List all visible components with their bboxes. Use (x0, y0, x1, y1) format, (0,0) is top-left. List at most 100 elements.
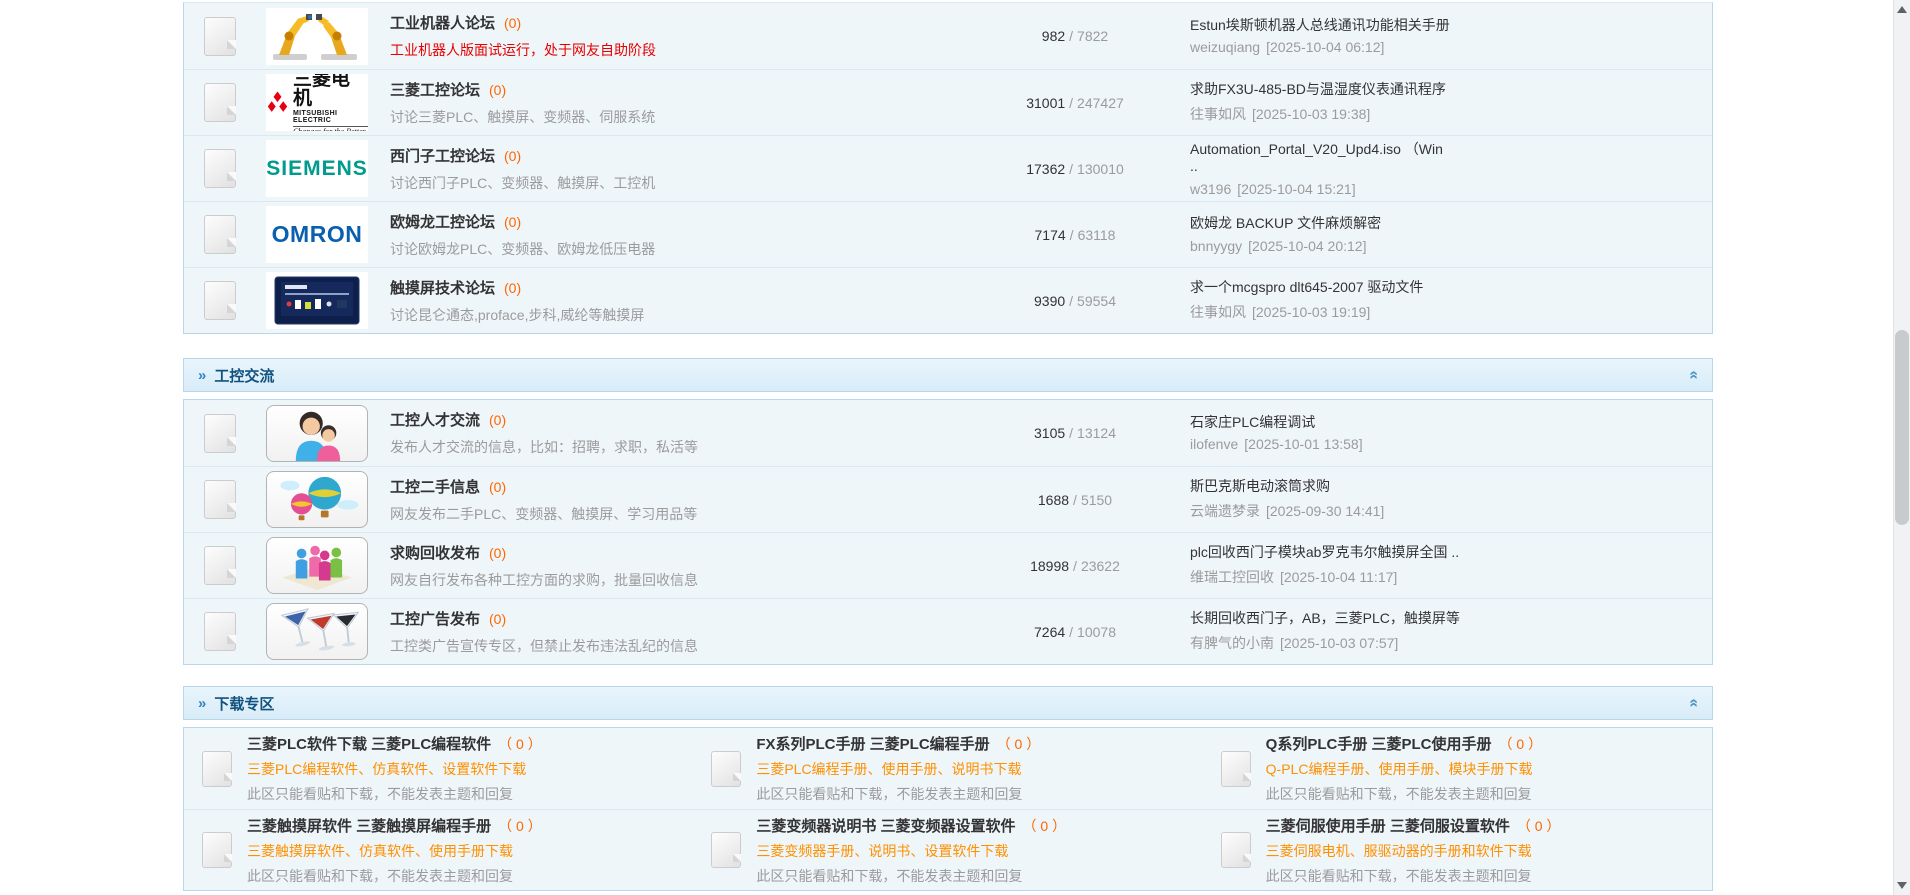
last-post-author-link[interactable]: ilofenve (1190, 436, 1238, 452)
forum-title-link[interactable]: 西门子工控论坛 (390, 148, 495, 165)
topic-count: 1688 (1038, 492, 1069, 508)
last-post-author-link[interactable]: 往事如风 (1190, 106, 1246, 122)
download-title-link[interactable]: 三菱PLC软件下载 三菱PLC编程软件 (247, 736, 491, 753)
forum-title-link[interactable]: 求购回收发布 (390, 545, 480, 562)
last-post-author-link[interactable]: bnnyygy (1190, 238, 1242, 254)
last-post-time: [2025-10-04 11:17] (1280, 569, 1397, 585)
download-subtitle-link[interactable]: 三菱变频器手册、说明书、设置软件下载 (756, 841, 1066, 861)
download-title-link[interactable]: FX系列PLC手册 三菱PLC编程手册 (756, 736, 989, 753)
forum-stats: 17362/130010 (960, 161, 1190, 177)
forum-row-mitsubishi: 三菱电机 MITSUBISHI ELECTRIC Changes for the… (184, 69, 1712, 135)
folder-icon (204, 281, 236, 320)
vertical-scrollbar[interactable] (1893, 0, 1910, 895)
forum-section-brands: 工业机器人论坛(0) 工业机器人版面试运行，处于网友自助阶段 982/7822 … (183, 2, 1713, 334)
forum-stats: 7174/63118 (960, 227, 1190, 243)
last-post-author-link[interactable]: 维瑞工控回收 (1190, 569, 1274, 585)
download-subtitle-link[interactable]: 三菱伺服电机、服驱动器的手册和软件下载 (1266, 841, 1561, 861)
folder-icon (204, 83, 236, 122)
download-cell-servo-manual: 三菱伺服使用手册 三菱伺服设置软件 （ 0 ） 三菱伺服电机、服驱动器的手册和软件… (1203, 809, 1712, 890)
scroll-up-arrow-icon[interactable] (1897, 6, 1907, 13)
last-post-author-link[interactable]: w3196 (1190, 181, 1231, 197)
figures-logo[interactable] (266, 537, 368, 594)
forum-title-link[interactable]: 工业机器人论坛 (390, 15, 495, 32)
download-note: 此区只能看贴和下载，不能发表主题和回复 (247, 784, 542, 804)
download-subtitle-link[interactable]: Q-PLC编程手册、使用手册、模块手册下载 (1266, 759, 1542, 779)
last-post-author-link[interactable]: weizuqiang (1190, 39, 1260, 55)
last-post-title-wrap[interactable]: .. (1190, 158, 1704, 176)
mitsubishi-tagline: Changes for the Better (293, 126, 368, 132)
forum-title-link[interactable]: 触摸屏技术论坛 (390, 280, 495, 297)
post-count: 63118 (1078, 227, 1116, 243)
topic-count: 3105 (1034, 425, 1065, 441)
download-title-link[interactable]: 三菱变频器说明书 三菱变频器设置软件 (756, 818, 1015, 835)
mitsubishi-diamonds-icon (266, 90, 289, 116)
forum-title-link[interactable]: 工控人才交流 (390, 412, 480, 429)
folder-icon (711, 832, 741, 868)
online-count: （ 0 ） (1517, 818, 1561, 834)
forum-title-link[interactable]: 工控二手信息 (390, 479, 480, 496)
download-title-link[interactable]: Q系列PLC手册 三菱PLC使用手册 (1266, 736, 1492, 753)
last-post: 长期回收西门子，AB，三菱PLC，触摸屏等 有脾气的小南[2025-10-03 … (1190, 610, 1712, 653)
online-count: (0) (489, 82, 506, 98)
post-count: 10078 (1077, 624, 1116, 640)
hmi-panel-logo[interactable] (266, 272, 368, 329)
download-subtitle-link[interactable]: 三菱PLC编程手册、使用手册、说明书下载 (756, 759, 1040, 779)
last-post-title-link[interactable]: plc回收西门子模块ab罗克韦尔触摸屏全国 .. (1190, 544, 1704, 562)
download-note: 此区只能看贴和下载，不能发表主题和回复 (1266, 784, 1542, 804)
last-post-title-link[interactable]: 求一个mcgspro dlt645-2007 驱动文件 (1190, 279, 1704, 297)
forum-stats: 7264/10078 (960, 624, 1190, 640)
scrollbar-thumb[interactable] (1895, 330, 1909, 525)
post-count: 23622 (1081, 558, 1120, 574)
last-post-time: [2025-10-03 19:38] (1252, 106, 1370, 122)
topic-count: 982 (1042, 28, 1065, 44)
mitsubishi-logo[interactable]: 三菱电机 MITSUBISHI ELECTRIC Changes for the… (266, 74, 368, 131)
post-count: 130010 (1077, 161, 1124, 177)
forum-title-link[interactable]: 工控广告发布 (390, 611, 480, 628)
download-subtitle-link[interactable]: 三菱触摸屏软件、仿真软件、使用手册下载 (247, 841, 542, 861)
topic-count: 18998 (1030, 558, 1069, 574)
download-subtitle-link[interactable]: 三菱PLC编程软件、仿真软件、设置软件下载 (247, 759, 542, 779)
forum-description: 网友自行发布各种工控方面的求购，批量回收信息 (390, 570, 960, 590)
balloons-logo[interactable] (266, 471, 368, 528)
download-title-link[interactable]: 三菱触摸屏软件 三菱触摸屏编程手册 (247, 818, 491, 835)
last-post-title-link[interactable]: 欧姆龙 BACKUP 文件麻烦解密 (1190, 215, 1704, 233)
scroll-down-arrow-icon[interactable] (1897, 882, 1907, 889)
download-title-link[interactable]: 三菱伺服使用手册 三菱伺服设置软件 (1266, 818, 1510, 835)
forum-title-link[interactable]: 三菱工控论坛 (390, 82, 480, 99)
online-count: （ 0 ） (498, 736, 542, 752)
last-post-title-link[interactable]: 求助FX3U-485-BD与温湿度仪表通讯程序 (1190, 81, 1704, 99)
last-post-title-link[interactable]: 斯巴克斯电动滚筒求购 (1190, 478, 1704, 496)
last-post-author-link[interactable]: 云端遗梦录 (1190, 503, 1260, 519)
forum-title-link[interactable]: 欧姆龙工控论坛 (390, 214, 495, 231)
last-post: plc回收西门子模块ab罗克韦尔触摸屏全国 .. 维瑞工控回收 [2025-10-… (1190, 544, 1712, 587)
last-post: 石家庄PLC编程调试 ilofenve[2025-10-01 13:58] (1190, 414, 1712, 453)
omron-logo[interactable]: OMRON (266, 206, 368, 263)
forum-row-secondhand: 工控二手信息(0) 网友发布二手PLC、变频器、触摸屏、学习用品等 1688/5… (184, 466, 1712, 532)
forum-stats: 1688/5150 (960, 492, 1190, 508)
online-count: (0) (489, 545, 506, 561)
section-title-link[interactable]: 下载专区 (214, 693, 274, 714)
folder-icon (204, 612, 236, 651)
last-post-title-link[interactable]: Automation_Portal_V20_Upd4.iso （Win (1190, 141, 1704, 159)
robot-arms-logo[interactable] (266, 8, 368, 65)
last-post-title-link[interactable]: Estun埃斯顿机器人总线通讯功能相关手册 (1190, 17, 1704, 35)
section-marker: » (198, 695, 206, 712)
last-post-author-link[interactable]: 有脾气的小南 (1190, 635, 1274, 651)
collapse-section-icon[interactable]: « (1685, 699, 1703, 708)
online-count: (0) (504, 15, 521, 31)
forum-description: 讨论欧姆龙PLC、变频器、欧姆龙低压电器 (390, 239, 960, 259)
collapse-section-icon[interactable]: « (1685, 371, 1703, 380)
download-cell-q-manual: Q系列PLC手册 三菱PLC使用手册（ 0 ） Q-PLC编程手册、使用手册、模… (1203, 728, 1712, 809)
last-post-author-link[interactable]: 往事如风 (1190, 304, 1246, 320)
section-title-link[interactable]: 工控交流 (214, 365, 274, 386)
cocktails-logo[interactable] (266, 603, 368, 660)
people-icon (268, 406, 366, 461)
forum-section-exchange: 工控人才交流(0) 发布人才交流的信息，比如：招聘，求职，私活等 3105/13… (183, 399, 1713, 665)
people-logo[interactable] (266, 405, 368, 462)
siemens-logo[interactable]: SIEMENS (266, 140, 368, 197)
last-post-title-link[interactable]: 长期回收西门子，AB，三菱PLC，触摸屏等 (1190, 610, 1704, 628)
forum-row-ads: 工控广告发布(0) 工控类广告宣传专区，但禁止发布违法乱纪的信息 7264/10… (184, 598, 1712, 664)
download-cell-plc-software: 三菱PLC软件下载 三菱PLC编程软件 （ 0 ） 三菱PLC编程软件、仿真软件、… (184, 728, 693, 809)
last-post-title-link[interactable]: 石家庄PLC编程调试 (1190, 414, 1704, 432)
forum-description: 工控类广告宣传专区，但禁止发布违法乱纪的信息 (390, 636, 960, 656)
